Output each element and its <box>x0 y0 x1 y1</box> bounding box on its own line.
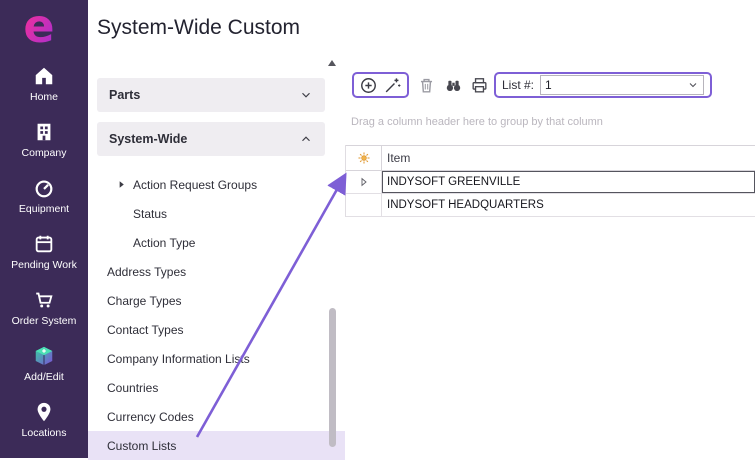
accordion-section-label: System-Wide <box>109 132 187 146</box>
sidebar-item-equipment[interactable]: Equipment <box>0 168 88 224</box>
delete-button[interactable] <box>417 76 436 95</box>
column-header-item[interactable]: Item <box>382 146 755 170</box>
toolbar-highlight-list-group: List #: 1 <box>494 72 712 98</box>
tree-item-action-type[interactable]: Action Type <box>88 228 345 257</box>
tree-item-status[interactable]: Status <box>88 199 345 228</box>
sidebar-item-label: Home <box>30 91 58 103</box>
tree-item-charge-types[interactable]: Charge Types <box>88 286 345 315</box>
tree-item-label: Custom Lists <box>107 439 176 453</box>
sidebar-nav: Home Company Equipment <box>0 56 88 448</box>
expand-triangle-icon[interactable] <box>358 176 370 188</box>
svg-text:e: e <box>23 2 54 52</box>
row-expander-cell[interactable] <box>346 194 382 216</box>
row-expander-cell[interactable] <box>346 171 382 193</box>
print-button[interactable] <box>470 76 489 95</box>
grid-row[interactable]: INDYSOFT HEADQUARTERS <box>346 194 755 217</box>
sidebar-item-order-system[interactable]: Order System <box>0 280 88 336</box>
tree-item-company-information-lists[interactable]: Company Information Lists <box>88 344 345 373</box>
sidebar-item-label: Order System <box>12 315 77 327</box>
grid-customize-cell[interactable] <box>346 146 382 170</box>
tree-item-custom-lists[interactable]: Custom Lists <box>88 431 345 460</box>
content-panel: List #: 1 Drag a column header here to g… <box>345 58 755 458</box>
sun-options-icon[interactable] <box>357 151 371 165</box>
tree-item-label: Countries <box>107 381 158 395</box>
tree-item-countries[interactable]: Countries <box>88 373 345 402</box>
list-number-label: List #: <box>502 78 534 92</box>
tree-item-address-types[interactable]: Address Types <box>88 257 345 286</box>
category-tree: Action Request Groups Status Action Type… <box>88 170 345 460</box>
add-edit-cube-icon <box>33 345 55 367</box>
group-by-hint: Drag a column header here to group by th… <box>351 116 603 128</box>
sidebar-item-add-edit[interactable]: Add/Edit <box>0 336 88 392</box>
panel-scrollbar[interactable] <box>328 58 337 458</box>
scroll-up-icon[interactable] <box>328 60 336 66</box>
sidebar: e Home Company Equipment <box>0 0 88 458</box>
chevron-down-icon <box>299 88 313 102</box>
accordion-section-system-wide[interactable]: System-Wide <box>97 122 325 156</box>
equipment-gauge-icon <box>33 177 55 199</box>
tree-item-label: Company Information Lists <box>107 352 250 366</box>
company-icon <box>33 121 55 143</box>
tree-item-action-request-groups[interactable]: Action Request Groups <box>88 170 345 199</box>
page-title: System-Wide Custom <box>97 16 300 40</box>
grid-row[interactable]: INDYSOFT GREENVILLE <box>346 171 755 194</box>
sidebar-item-label: Locations <box>22 427 67 439</box>
sidebar-item-label: Company <box>22 147 67 159</box>
item-cell[interactable]: INDYSOFT HEADQUARTERS <box>382 194 755 216</box>
edit-wand-button[interactable] <box>383 76 402 95</box>
calendar-icon <box>33 233 55 255</box>
category-panel: Parts System-Wide Action Request Groups … <box>88 58 345 458</box>
list-number-value: 1 <box>545 78 687 92</box>
tree-item-currency-codes[interactable]: Currency Codes <box>88 402 345 431</box>
chevron-up-icon <box>299 132 313 146</box>
app-logo: e <box>16 2 62 52</box>
toolbar-highlight-add-group <box>352 72 409 98</box>
toolbar: List #: 1 <box>345 72 755 100</box>
sidebar-item-label: Add/Edit <box>24 371 64 383</box>
sidebar-item-locations[interactable]: Locations <box>0 392 88 448</box>
chevron-right-icon <box>116 179 127 190</box>
sidebar-item-label: Pending Work <box>11 259 77 271</box>
cart-icon <box>33 289 55 311</box>
tree-item-label: Action Type <box>133 236 195 250</box>
tree-item-label: Action Request Groups <box>133 178 257 192</box>
sidebar-item-pending-work[interactable]: Pending Work <box>0 224 88 280</box>
grid-header-row: Item <box>346 145 755 171</box>
add-item-button[interactable] <box>359 76 378 95</box>
accordion-section-parts[interactable]: Parts <box>97 78 325 112</box>
item-cell-text: INDYSOFT HEADQUARTERS <box>387 199 544 211</box>
accordion-section-label: Parts <box>109 88 140 102</box>
tree-item-contact-types[interactable]: Contact Types <box>88 315 345 344</box>
sidebar-item-home[interactable]: Home <box>0 56 88 112</box>
tree-item-label: Status <box>133 207 167 221</box>
item-cell-text: INDYSOFT GREENVILLE <box>387 176 520 188</box>
sidebar-item-label: Equipment <box>19 203 69 215</box>
tree-item-label: Currency Codes <box>107 410 194 424</box>
chevron-down-icon[interactable] <box>687 79 699 91</box>
tree-item-label: Charge Types <box>107 294 182 308</box>
find-binoculars-button[interactable] <box>444 76 463 95</box>
list-number-dropdown[interactable]: 1 <box>540 75 704 95</box>
sidebar-item-company[interactable]: Company <box>0 112 88 168</box>
scrollbar-thumb[interactable] <box>329 308 336 447</box>
item-cell[interactable]: INDYSOFT GREENVILLE <box>382 171 755 193</box>
column-header-label: Item <box>387 151 410 165</box>
items-grid: Item INDYSOFT GREENVILLE INDYSOFT HEADQU… <box>345 145 755 217</box>
map-pin-icon <box>33 401 55 423</box>
tree-item-label: Contact Types <box>107 323 184 337</box>
home-icon <box>33 65 55 87</box>
tree-item-label: Address Types <box>107 265 186 279</box>
